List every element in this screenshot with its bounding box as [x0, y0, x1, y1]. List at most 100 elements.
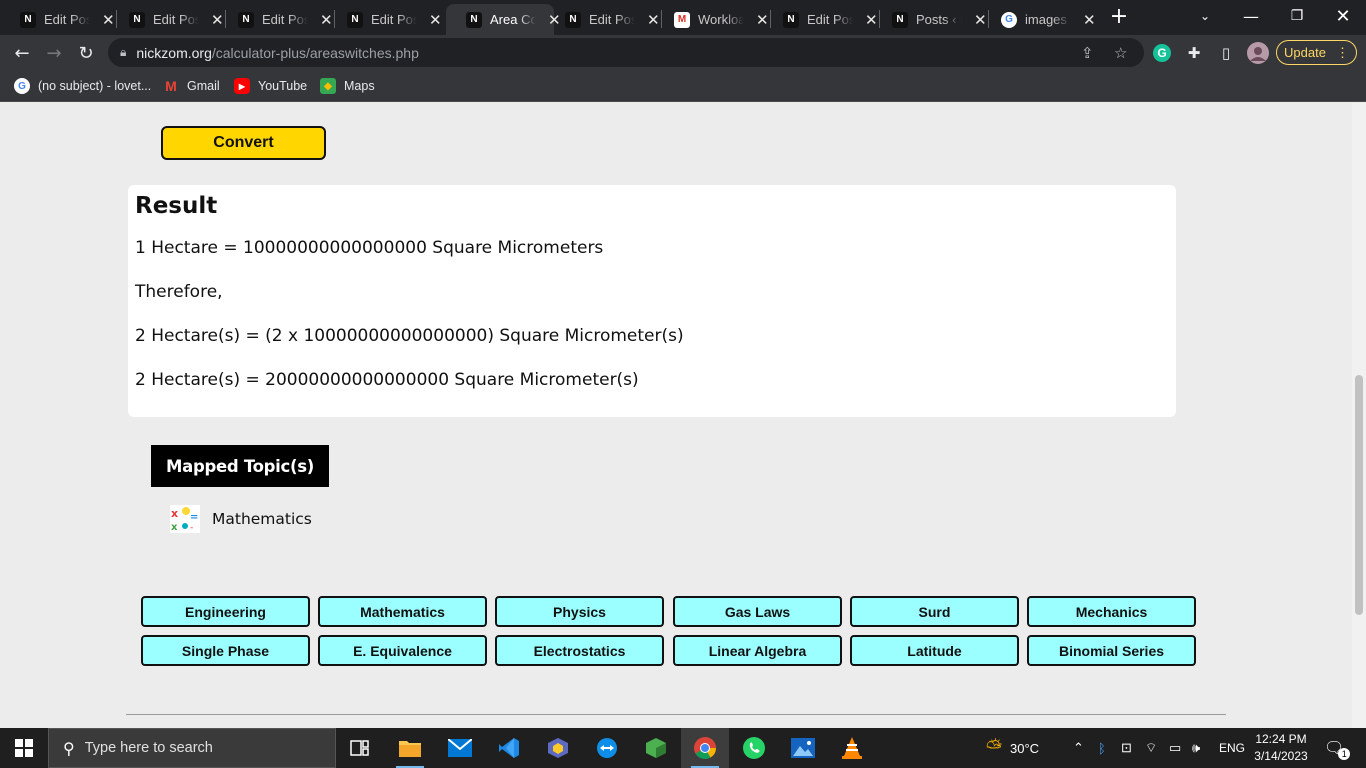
browser-tab[interactable]: N Edit Post ✕: [109, 4, 234, 35]
browser-tab[interactable]: N Edit Post ✕: [218, 4, 343, 35]
browser-tab[interactable]: N Posts ‹ N ✕: [872, 4, 997, 35]
vlc-icon[interactable]: [828, 728, 876, 768]
bookmark-item[interactable]: G (no subject) - lovet...: [14, 76, 151, 96]
grammarly-icon[interactable]: G: [1151, 42, 1173, 64]
chrome-icon[interactable]: [681, 728, 729, 768]
mail-icon[interactable]: [436, 728, 484, 768]
category-button-physics[interactable]: Physics: [495, 596, 664, 627]
google-icon: G: [14, 78, 30, 94]
category-button-engineering[interactable]: Engineering: [141, 596, 310, 627]
reload-icon[interactable]: ↻: [72, 39, 100, 67]
result-line: 2 Hectare(s) = (2 x 10000000000000000) S…: [135, 326, 684, 346]
language-label: ENG: [1219, 741, 1246, 755]
task-view-icon[interactable]: [336, 728, 384, 768]
minecraft-icon[interactable]: [632, 728, 680, 768]
tab-title: Edit Post: [153, 12, 199, 27]
bookmark-label: Maps: [344, 79, 375, 93]
weather-widget[interactable]: ⛅︎ 30°C: [986, 728, 1039, 768]
close-window-icon[interactable]: ✕: [1320, 0, 1366, 32]
browser-tab[interactable]: N Edit Post ✕: [327, 4, 452, 35]
share-icon[interactable]: ⇪: [1081, 44, 1094, 62]
search-icon: ⚲: [63, 738, 75, 758]
bookmark-label: Gmail: [187, 79, 220, 93]
weather-temp: 30°C: [1010, 740, 1040, 756]
volume-icon[interactable]: 🕪︎: [1192, 728, 1200, 768]
windows-taskbar: ⚲ Type here to search ⛅︎ 30°C ⌃ ᛒ ⊡ ⌔ ▭ …: [0, 728, 1366, 768]
teamviewer-icon[interactable]: [583, 728, 631, 768]
clock-time: 12:24 PM: [1255, 732, 1307, 746]
battery-icon[interactable]: ▭: [1169, 728, 1181, 768]
side-panel-icon[interactable]: ▯: [1215, 42, 1237, 64]
category-button-linear-algebra[interactable]: Linear Algebra: [673, 635, 842, 666]
tab-title: images c: [1025, 12, 1071, 27]
category-button-electrostatics[interactable]: Electrostatics: [495, 635, 664, 666]
maps-icon: ◆: [320, 78, 336, 94]
tab-title: Workloa: [698, 12, 744, 27]
category-button-latitude[interactable]: Latitude: [850, 635, 1019, 666]
vscode-icon[interactable]: [485, 728, 533, 768]
convert-button[interactable]: Convert: [161, 126, 326, 160]
notification-center-icon[interactable]: 🗨︎ 1: [1324, 728, 1351, 768]
windows-start-icon[interactable]: [0, 728, 48, 768]
taskbar-search-input[interactable]: ⚲ Type here to search: [48, 728, 336, 768]
bookmark-item[interactable]: ◆ Maps: [320, 76, 375, 96]
lock-icon[interactable]: 🔒︎: [120, 45, 126, 60]
mathematics-icon: x = x -: [170, 505, 200, 533]
category-button-single-phase[interactable]: Single Phase: [141, 635, 310, 666]
taskbar-clock[interactable]: 12:24 PM 3/14/2023: [1248, 731, 1314, 765]
file-explorer-icon[interactable]: [386, 728, 434, 768]
address-bar[interactable]: 🔒︎ nickzom.org/calculator-plus/areaswitc…: [108, 38, 1144, 67]
profile-avatar[interactable]: [1247, 42, 1269, 64]
browser-tab[interactable]: G images c ✕: [981, 4, 1106, 35]
youtube-icon: ▶: [234, 78, 250, 94]
meet-now-icon[interactable]: ⊡: [1121, 728, 1132, 768]
minimize-icon[interactable]: —: [1228, 0, 1274, 32]
wifi-icon[interactable]: ⌔: [1145, 728, 1157, 768]
virtualbox-icon[interactable]: [534, 728, 582, 768]
photos-icon[interactable]: [779, 728, 827, 768]
nickzom-icon: N: [129, 11, 145, 28]
notification-count-badge: 1: [1338, 748, 1351, 760]
forward-icon[interactable]: →: [40, 39, 68, 67]
whatsapp-icon[interactable]: [730, 728, 778, 768]
category-button-mathematics[interactable]: Mathematics: [318, 596, 487, 627]
nickzom-icon: N: [347, 11, 363, 28]
bookmark-item[interactable]: M Gmail: [163, 76, 220, 96]
browser-tab[interactable]: M Workloa ✕: [654, 4, 779, 35]
topic-label: Mathematics: [212, 510, 312, 528]
close-tab-icon[interactable]: ✕: [1083, 11, 1096, 29]
browser-tab[interactable]: N Edit Post ✕: [0, 4, 125, 35]
new-tab-icon[interactable]: +: [1096, 0, 1142, 32]
category-button-mechanics[interactable]: Mechanics: [1027, 596, 1196, 627]
update-button[interactable]: Update ⋮: [1276, 40, 1357, 65]
browser-tab[interactable]: N Edit Post ✕: [763, 4, 888, 35]
category-button-e-equivalence[interactable]: E. Equivalence: [318, 635, 487, 666]
language-indicator[interactable]: ENG: [1219, 728, 1245, 768]
scrollbar-thumb[interactable]: [1355, 375, 1363, 615]
extensions-icon[interactable]: ✚: [1183, 42, 1205, 64]
browser-tab[interactable]: N Edit Post ✕: [545, 4, 670, 35]
page-scrollbar[interactable]: [1352, 103, 1366, 728]
svg-text:x: x: [171, 522, 178, 533]
bookmark-item[interactable]: ▶ YouTube: [234, 76, 307, 96]
url-path: /calculator-plus/areaswitches.php: [211, 44, 419, 61]
category-button-gas-laws[interactable]: Gas Laws: [673, 596, 842, 627]
page-content: Convert Result 1 Hectare = 1000000000000…: [0, 103, 1352, 728]
url-text[interactable]: nickzom.org/calculator-plus/areaswitches…: [136, 45, 418, 61]
more-menu-icon: ⋮: [1335, 44, 1349, 60]
bluetooth-icon[interactable]: ᛒ: [1098, 728, 1106, 768]
tab-search-icon[interactable]: ⌄: [1182, 0, 1228, 32]
restore-icon[interactable]: ❐: [1274, 0, 1320, 32]
topic-link-mathematics[interactable]: x = x - Mathematics: [170, 505, 312, 533]
bookmark-label: (no subject) - lovet...: [38, 79, 152, 93]
google-icon: G: [1001, 11, 1017, 28]
show-hidden-icons-chevron-icon[interactable]: ⌃: [1073, 728, 1084, 768]
close-tab-icon[interactable]: ✕: [429, 11, 442, 29]
tab-title: Edit Post: [371, 12, 417, 27]
bookmark-star-icon[interactable]: ☆: [1114, 44, 1127, 62]
category-button-surd[interactable]: Surd: [850, 596, 1019, 627]
category-button-binomial-series[interactable]: Binomial Series: [1027, 635, 1196, 666]
url-domain: nickzom.org: [136, 44, 212, 61]
back-icon[interactable]: ←: [8, 39, 36, 67]
browser-tab-active[interactable]: N Area Con ✕: [446, 4, 561, 35]
